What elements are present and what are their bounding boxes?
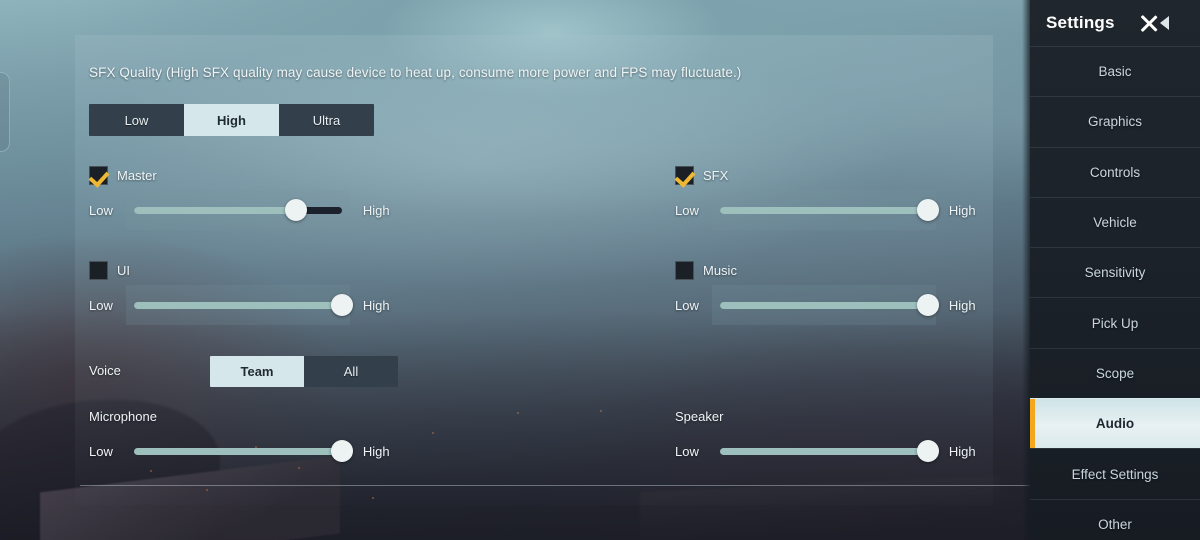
sfx-quality-option-low[interactable]: Low — [89, 104, 184, 136]
settings-title: Settings — [1046, 13, 1115, 32]
sfx-label: SFX — [703, 168, 729, 183]
audio-settings-panel: SFX Quality (High SFX quality may cause … — [75, 35, 993, 505]
sidebar-item-pick-up[interactable]: Pick Up — [1030, 297, 1200, 347]
sidebar-item-audio[interactable]: Audio — [1030, 398, 1200, 449]
music-slider-track[interactable] — [719, 294, 939, 316]
music-slider-row[interactable]: Low High — [675, 285, 976, 325]
speaker-slider-row[interactable]: Low High — [675, 431, 976, 471]
speaker-slider-low-label: Low — [675, 443, 699, 459]
music-slider-knob[interactable] — [916, 294, 939, 316]
ui-slider[interactable] — [125, 285, 353, 325]
sidebar-header: Settings — [1030, 0, 1200, 46]
music-slider[interactable] — [711, 285, 939, 325]
master-slider-track[interactable] — [133, 199, 342, 221]
microphone-slider-fill — [133, 447, 342, 455]
sidebar-item-basic[interactable]: Basic — [1030, 46, 1200, 96]
sidebar-item-scope[interactable]: Scope — [1030, 347, 1200, 398]
sfx-quality-option-ultra[interactable]: Ultra — [279, 104, 374, 136]
settings-sidebar: Settings Basic Graphics Controls Vehicle… — [1030, 0, 1200, 540]
sfx-slider[interactable] — [711, 190, 939, 230]
microphone-slider-row[interactable]: Low High — [89, 431, 390, 471]
music-checkbox-row[interactable]: Music — [675, 261, 737, 280]
speaker-slider[interactable] — [712, 431, 939, 471]
voice-option-team[interactable]: Team — [210, 356, 304, 387]
sidebar-edge-shadow — [1022, 0, 1030, 540]
master-slider-row[interactable]: Low High — [89, 190, 390, 230]
master-checkbox-row[interactable]: Master — [89, 166, 157, 185]
sidebar-item-other[interactable]: Other — [1030, 498, 1200, 540]
ui-slider-low-label: Low — [89, 297, 113, 313]
ui-checkbox-row[interactable]: UI — [89, 261, 130, 280]
microphone-slider-knob[interactable] — [330, 440, 353, 462]
ui-slider-track[interactable] — [133, 294, 353, 316]
ui-label: UI — [117, 263, 130, 278]
sfx-slider-high-label: High — [948, 202, 976, 218]
speaker-slider-knob[interactable] — [916, 440, 939, 462]
ui-checkbox[interactable] — [89, 261, 108, 280]
speaker-label: Speaker — [675, 409, 724, 424]
sfx-slider-track[interactable] — [719, 199, 939, 221]
music-slider-low-label: Low — [675, 297, 699, 313]
master-slider[interactable] — [125, 190, 350, 230]
sidebar-item-vehicle[interactable]: Vehicle — [1030, 196, 1200, 247]
speaker-slider-high-label: High — [948, 443, 976, 459]
master-slider-high-label: High — [362, 202, 390, 218]
settings-screen: SFX Quality (High SFX quality may cause … — [0, 0, 1200, 540]
sidebar-item-sensitivity[interactable]: Sensitivity — [1030, 247, 1200, 297]
ui-slider-fill — [133, 301, 342, 309]
speaker-slider-fill — [719, 447, 928, 455]
microphone-slider[interactable] — [126, 431, 353, 471]
microphone-slider-track[interactable] — [133, 440, 353, 462]
sfx-quality-description: SFX Quality (High SFX quality may cause … — [89, 65, 742, 80]
music-checkbox[interactable] — [675, 261, 694, 280]
ui-slider-row[interactable]: Low High — [89, 285, 390, 325]
sfx-quality-option-high[interactable]: High — [184, 104, 279, 136]
sfx-quality-segmented-control[interactable]: Low High Ultra — [89, 104, 374, 136]
master-label: Master — [117, 168, 157, 183]
sidebar-item-graphics[interactable]: Graphics — [1030, 96, 1200, 146]
panel-collapse-tab[interactable] — [0, 72, 10, 152]
sfx-slider-knob[interactable] — [916, 199, 939, 221]
sfx-checkbox[interactable] — [675, 166, 694, 185]
close-x-icon[interactable] — [1136, 10, 1162, 36]
microphone-slider-low-label: Low — [89, 443, 113, 459]
voice-label: Voice — [89, 363, 121, 378]
music-slider-high-label: High — [948, 297, 976, 313]
ui-slider-knob[interactable] — [330, 294, 353, 316]
microphone-label: Microphone — [89, 409, 157, 424]
sfx-slider-low-label: Low — [675, 202, 699, 218]
master-slider-knob[interactable] — [285, 199, 308, 221]
voice-segmented-control[interactable]: Team All — [210, 356, 398, 387]
microphone-slider-high-label: High — [362, 443, 390, 459]
speaker-slider-track[interactable] — [719, 440, 939, 462]
voice-option-all[interactable]: All — [304, 356, 398, 387]
master-slider-fill — [133, 206, 297, 214]
master-slider-low-label: Low — [89, 202, 113, 218]
music-label: Music — [703, 263, 737, 278]
sidebar-item-controls[interactable]: Controls — [1030, 146, 1200, 197]
music-slider-fill — [719, 301, 928, 309]
ui-slider-high-label: High — [362, 297, 390, 313]
sfx-checkbox-row[interactable]: SFX — [675, 166, 728, 185]
sfx-slider-fill — [719, 206, 928, 214]
sidebar-item-effect-settings[interactable]: Effect Settings — [1030, 448, 1200, 498]
sfx-slider-row[interactable]: Low High — [675, 190, 976, 230]
master-checkbox[interactable] — [89, 166, 108, 185]
close-settings-button[interactable] — [1136, 9, 1180, 37]
